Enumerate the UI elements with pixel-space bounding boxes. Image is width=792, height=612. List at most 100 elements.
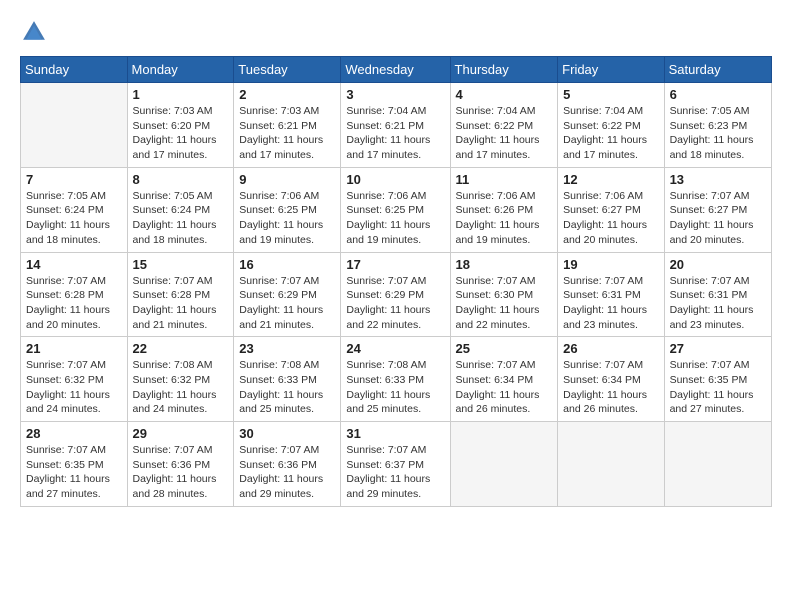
calendar-cell: 12 Sunrise: 7:06 AM Sunset: 6:27 PM Dayli… (558, 167, 664, 252)
day-number: 15 (133, 257, 229, 272)
calendar-cell: 21 Sunrise: 7:07 AM Sunset: 6:32 PM Dayli… (21, 337, 128, 422)
day-number: 24 (346, 341, 444, 356)
page: SundayMondayTuesdayWednesdayThursdayFrid… (0, 0, 792, 517)
weekday-header-thursday: Thursday (450, 57, 558, 83)
day-info: Sunrise: 7:04 AM Sunset: 6:21 PM Dayligh… (346, 104, 444, 163)
weekday-header-saturday: Saturday (664, 57, 771, 83)
calendar-cell: 18Sunrise: 7:07 AM Sunset: 6:30 PM Dayli… (450, 252, 558, 337)
day-info: Sunrise: 7:07 AM Sunset: 6:28 PM Dayligh… (26, 274, 122, 333)
day-number: 7 (26, 172, 122, 187)
calendar-cell: 20Sunrise: 7:07 AM Sunset: 6:31 PM Dayli… (664, 252, 771, 337)
calendar-cell: 15 Sunrise: 7:07 AM Sunset: 6:28 PM Dayli… (127, 252, 234, 337)
day-info: Sunrise: 7:06 AM Sunset: 6:26 PM Dayligh… (456, 189, 553, 248)
calendar-cell: 5 Sunrise: 7:04 AM Sunset: 6:22 PM Daylig… (558, 83, 664, 168)
day-number: 6 (670, 87, 766, 102)
day-info: Sunrise: 7:06 AM Sunset: 6:25 PM Dayligh… (239, 189, 335, 248)
calendar-cell: 31Sunrise: 7:07 AM Sunset: 6:37 PM Dayli… (341, 422, 450, 507)
calendar-cell: 30 Sunrise: 7:07 AM Sunset: 6:36 PM Dayli… (234, 422, 341, 507)
calendar-cell: 4Sunrise: 7:04 AM Sunset: 6:22 PM Daylig… (450, 83, 558, 168)
day-number: 12 (563, 172, 658, 187)
day-number: 2 (239, 87, 335, 102)
calendar-cell: 13 Sunrise: 7:07 AM Sunset: 6:27 PM Dayli… (664, 167, 771, 252)
calendar-cell: 7 Sunrise: 7:05 AM Sunset: 6:24 PM Daylig… (21, 167, 128, 252)
day-info: Sunrise: 7:07 AM Sunset: 6:36 PM Dayligh… (239, 443, 335, 502)
week-row-1: 1 Sunrise: 7:03 AM Sunset: 6:20 PM Daylig… (21, 83, 772, 168)
day-number: 10 (346, 172, 444, 187)
weekday-header-sunday: Sunday (21, 57, 128, 83)
day-number: 16 (239, 257, 335, 272)
calendar-cell: 8Sunrise: 7:05 AM Sunset: 6:24 PM Daylig… (127, 167, 234, 252)
header (20, 18, 772, 46)
calendar-cell: 22 Sunrise: 7:08 AM Sunset: 6:32 PM Dayli… (127, 337, 234, 422)
calendar-cell: 23 Sunrise: 7:08 AM Sunset: 6:33 PM Dayli… (234, 337, 341, 422)
day-info: Sunrise: 7:07 AM Sunset: 6:29 PM Dayligh… (346, 274, 444, 333)
calendar-cell (21, 83, 128, 168)
day-info: Sunrise: 7:06 AM Sunset: 6:27 PM Dayligh… (563, 189, 658, 248)
calendar-cell: 16 Sunrise: 7:07 AM Sunset: 6:29 PM Dayli… (234, 252, 341, 337)
day-info: Sunrise: 7:07 AM Sunset: 6:31 PM Dayligh… (670, 274, 766, 333)
calendar-cell: 9 Sunrise: 7:06 AM Sunset: 6:25 PM Daylig… (234, 167, 341, 252)
calendar-cell (664, 422, 771, 507)
day-number: 27 (670, 341, 766, 356)
day-info: Sunrise: 7:08 AM Sunset: 6:32 PM Dayligh… (133, 358, 229, 417)
day-info: Sunrise: 7:07 AM Sunset: 6:27 PM Dayligh… (670, 189, 766, 248)
week-row-5: 28 Sunrise: 7:07 AM Sunset: 6:35 PM Dayli… (21, 422, 772, 507)
weekday-header-friday: Friday (558, 57, 664, 83)
day-info: Sunrise: 7:06 AM Sunset: 6:25 PM Dayligh… (346, 189, 444, 248)
day-info: Sunrise: 7:05 AM Sunset: 6:24 PM Dayligh… (133, 189, 229, 248)
calendar-table: SundayMondayTuesdayWednesdayThursdayFrid… (20, 56, 772, 507)
calendar-cell: 1 Sunrise: 7:03 AM Sunset: 6:20 PM Daylig… (127, 83, 234, 168)
calendar-cell: 2 Sunrise: 7:03 AM Sunset: 6:21 PM Daylig… (234, 83, 341, 168)
calendar-cell: 28 Sunrise: 7:07 AM Sunset: 6:35 PM Dayli… (21, 422, 128, 507)
day-number: 14 (26, 257, 122, 272)
weekday-header-tuesday: Tuesday (234, 57, 341, 83)
day-number: 29 (133, 426, 229, 441)
calendar-cell: 14 Sunrise: 7:07 AM Sunset: 6:28 PM Dayli… (21, 252, 128, 337)
day-info: Sunrise: 7:07 AM Sunset: 6:34 PM Dayligh… (563, 358, 658, 417)
weekday-header-monday: Monday (127, 57, 234, 83)
day-number: 5 (563, 87, 658, 102)
calendar-cell: 6 Sunrise: 7:05 AM Sunset: 6:23 PM Daylig… (664, 83, 771, 168)
day-number: 26 (563, 341, 658, 356)
week-row-2: 7 Sunrise: 7:05 AM Sunset: 6:24 PM Daylig… (21, 167, 772, 252)
day-info: Sunrise: 7:07 AM Sunset: 6:37 PM Dayligh… (346, 443, 444, 502)
day-number: 17 (346, 257, 444, 272)
calendar-cell: 19 Sunrise: 7:07 AM Sunset: 6:31 PM Dayli… (558, 252, 664, 337)
day-number: 21 (26, 341, 122, 356)
day-info: Sunrise: 7:03 AM Sunset: 6:20 PM Dayligh… (133, 104, 229, 163)
day-number: 4 (456, 87, 553, 102)
week-row-4: 21 Sunrise: 7:07 AM Sunset: 6:32 PM Dayli… (21, 337, 772, 422)
day-info: Sunrise: 7:04 AM Sunset: 6:22 PM Dayligh… (563, 104, 658, 163)
week-row-3: 14 Sunrise: 7:07 AM Sunset: 6:28 PM Dayli… (21, 252, 772, 337)
day-number: 13 (670, 172, 766, 187)
day-info: Sunrise: 7:05 AM Sunset: 6:23 PM Dayligh… (670, 104, 766, 163)
day-info: Sunrise: 7:07 AM Sunset: 6:29 PM Dayligh… (239, 274, 335, 333)
calendar-cell (450, 422, 558, 507)
day-info: Sunrise: 7:08 AM Sunset: 6:33 PM Dayligh… (239, 358, 335, 417)
day-info: Sunrise: 7:07 AM Sunset: 6:34 PM Dayligh… (456, 358, 553, 417)
calendar-cell: 24Sunrise: 7:08 AM Sunset: 6:33 PM Dayli… (341, 337, 450, 422)
day-number: 11 (456, 172, 553, 187)
day-info: Sunrise: 7:03 AM Sunset: 6:21 PM Dayligh… (239, 104, 335, 163)
day-number: 19 (563, 257, 658, 272)
day-info: Sunrise: 7:05 AM Sunset: 6:24 PM Dayligh… (26, 189, 122, 248)
weekday-header-row: SundayMondayTuesdayWednesdayThursdayFrid… (21, 57, 772, 83)
weekday-header-wednesday: Wednesday (341, 57, 450, 83)
day-info: Sunrise: 7:07 AM Sunset: 6:31 PM Dayligh… (563, 274, 658, 333)
day-number: 9 (239, 172, 335, 187)
day-info: Sunrise: 7:07 AM Sunset: 6:32 PM Dayligh… (26, 358, 122, 417)
day-number: 1 (133, 87, 229, 102)
day-info: Sunrise: 7:07 AM Sunset: 6:35 PM Dayligh… (670, 358, 766, 417)
logo-icon (20, 18, 48, 46)
day-info: Sunrise: 7:07 AM Sunset: 6:30 PM Dayligh… (456, 274, 553, 333)
day-info: Sunrise: 7:07 AM Sunset: 6:28 PM Dayligh… (133, 274, 229, 333)
day-number: 28 (26, 426, 122, 441)
day-number: 23 (239, 341, 335, 356)
day-number: 30 (239, 426, 335, 441)
day-info: Sunrise: 7:07 AM Sunset: 6:35 PM Dayligh… (26, 443, 122, 502)
day-number: 22 (133, 341, 229, 356)
calendar-cell: 3Sunrise: 7:04 AM Sunset: 6:21 PM Daylig… (341, 83, 450, 168)
day-info: Sunrise: 7:07 AM Sunset: 6:36 PM Dayligh… (133, 443, 229, 502)
logo (20, 18, 52, 46)
calendar-cell: 29 Sunrise: 7:07 AM Sunset: 6:36 PM Dayli… (127, 422, 234, 507)
